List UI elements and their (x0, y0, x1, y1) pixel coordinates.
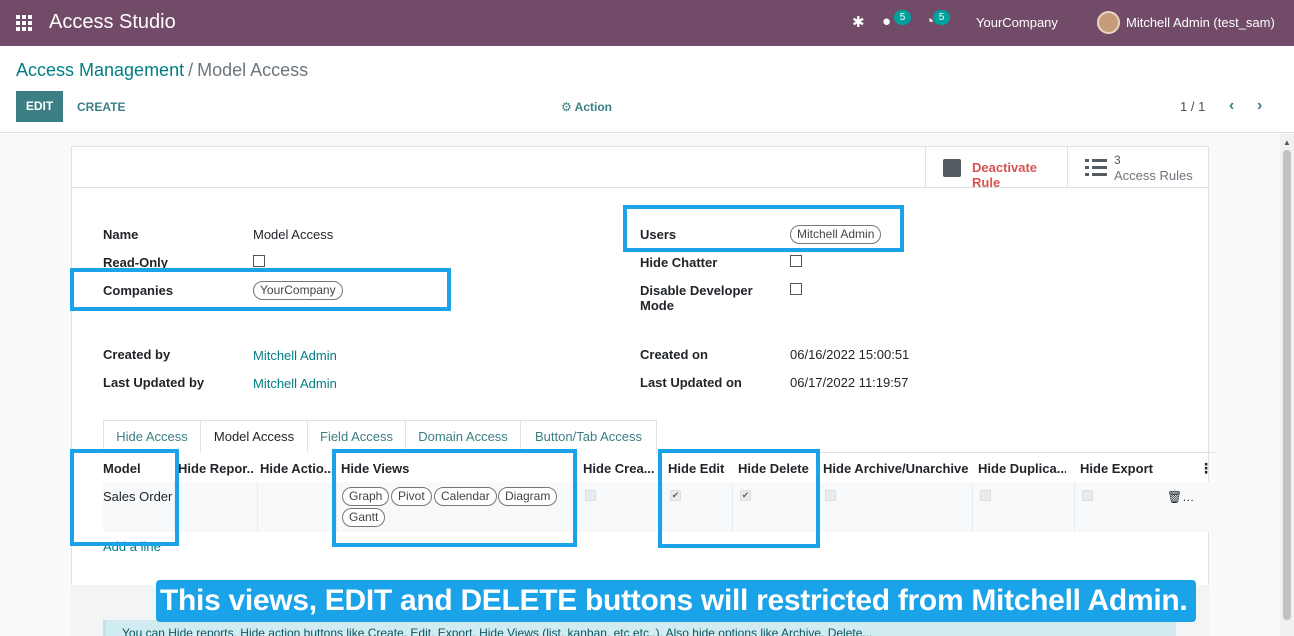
access-rules-button[interactable]: 3 Access Rules (1067, 146, 1209, 188)
column-options-icon[interactable]: ⋮ (1199, 460, 1213, 477)
pager-previous-icon[interactable]: ‹ (1229, 97, 1234, 115)
breadcrumb: Access Management / Model Access (16, 60, 308, 81)
disable-developer-label-line2: Mode (640, 298, 674, 313)
pager-next-icon[interactable]: › (1257, 97, 1262, 115)
hide-export-checkbox[interactable] (1082, 490, 1093, 501)
app-title[interactable]: Access Studio (49, 11, 176, 34)
breadcrumb-separator: / (188, 60, 194, 80)
chat-badge: 5 (894, 10, 911, 25)
highlight-users (623, 205, 904, 252)
readonly-checkbox[interactable] (253, 255, 265, 267)
highlight-hide-views (332, 449, 577, 547)
pager-value[interactable]: 1 / 1 (1180, 99, 1205, 114)
created-by-label: Created by (103, 347, 171, 362)
user-menu[interactable]: Mitchell Admin (test_sam) (1126, 15, 1275, 30)
deactivate-label: Deactivate Rule (972, 160, 1038, 190)
company-switcher[interactable]: YourCompany (976, 15, 1058, 30)
bug-icon[interactable]: ✱ (852, 13, 865, 31)
breadcrumb-parent[interactable]: Access Management (16, 60, 184, 80)
disable-developer-label-line1: Disable Developer (640, 283, 753, 298)
apps-menu-icon[interactable] (16, 15, 33, 31)
chat-icon[interactable]: ● (882, 13, 891, 30)
action-label: Action (574, 100, 612, 114)
last-updated-by-label: Last Updated by (103, 375, 205, 390)
highlight-companies (70, 268, 451, 311)
column-header-hide-duplicate[interactable]: Hide Duplica... (978, 461, 1066, 476)
scrollbar[interactable]: ▲ (1280, 134, 1294, 636)
delete-row-trash-icon[interactable]: 🗑… (1167, 490, 1194, 504)
hide-archive-checkbox[interactable] (825, 490, 836, 501)
breadcrumb-current: Model Access (197, 60, 309, 80)
info-alert: You can Hide reports, Hide action button… (103, 620, 1176, 636)
column-header-hide-reports[interactable]: Hide Repor... (178, 461, 254, 476)
tab-model-access[interactable]: Model Access (200, 420, 308, 453)
annotation-banner: This views, EDIT and DELETE buttons will… (156, 580, 1196, 622)
gear-icon: ⚙ (561, 100, 575, 114)
activity-badge: 5 (933, 10, 950, 25)
name-value: Model Access (253, 227, 334, 242)
scroll-up-icon[interactable]: ▲ (1283, 138, 1291, 147)
disable-developer-checkbox[interactable] (790, 283, 802, 295)
highlight-edit-delete (658, 449, 820, 548)
last-updated-on-label: Last Updated on (640, 375, 742, 390)
created-on-value: 06/16/2022 15:00:51 (790, 347, 910, 362)
column-divider (257, 482, 258, 532)
column-header-hide-archive[interactable]: Hide Archive/Unarchive (823, 461, 968, 476)
avatar[interactable] (1097, 11, 1120, 34)
column-header-hide-actions[interactable]: Hide Actio... (260, 461, 332, 476)
access-rules-label: Access Rules (1114, 168, 1193, 183)
control-panel: Access Management / Model Access EDIT CREA… (0, 46, 1294, 133)
column-divider (1074, 482, 1075, 532)
hide-duplicate-checkbox[interactable] (980, 490, 991, 501)
column-header-hide-export[interactable]: Hide Export (1080, 461, 1165, 476)
stop-square-icon (943, 159, 961, 177)
column-divider (972, 482, 973, 532)
deactivate-rule-button[interactable]: Deactivate Rule (925, 146, 1067, 190)
last-updated-on-value: 06/17/2022 11:19:57 (790, 375, 909, 390)
created-by-link[interactable]: Mitchell Admin (253, 348, 337, 363)
access-rules-count: 3 (1114, 153, 1121, 167)
action-menu[interactable]: ⚙ Action (561, 100, 612, 114)
top-navbar: Access Studio ✱ ● 5 ◔ 5 YourCompany Mitc… (0, 0, 1294, 46)
list-icon (1085, 159, 1107, 177)
hide-create-checkbox[interactable] (585, 490, 596, 501)
name-label: Name (103, 227, 139, 242)
created-on-label: Created on (640, 347, 708, 362)
edit-button[interactable]: EDIT (16, 91, 63, 122)
scrollbar-thumb[interactable] (1283, 150, 1291, 620)
hide-chatter-checkbox[interactable] (790, 255, 802, 267)
disable-developer-label: Disable Developer Mode (640, 283, 753, 313)
last-updated-by-link[interactable]: Mitchell Admin (253, 376, 337, 391)
column-divider (577, 482, 578, 532)
highlight-model (70, 449, 179, 546)
create-button[interactable]: CREATE (77, 100, 125, 114)
column-header-hide-create[interactable]: Hide Crea... (583, 461, 655, 476)
hide-chatter-label: Hide Chatter (640, 255, 718, 270)
